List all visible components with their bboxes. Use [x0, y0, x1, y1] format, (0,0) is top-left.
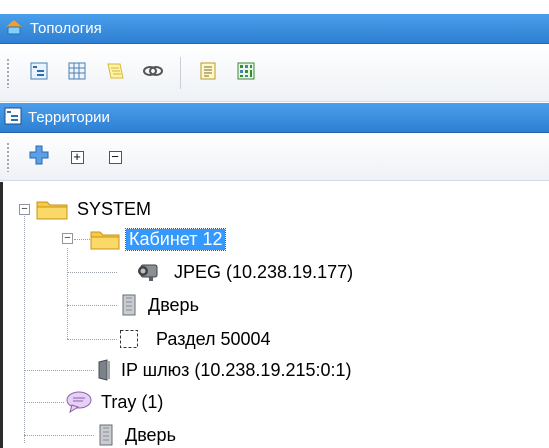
- section-icon: [119, 329, 139, 349]
- app-window: Топология Территории + − − SYSTEM − Каби…: [0, 0, 549, 448]
- map-button[interactable]: [232, 59, 260, 87]
- topology-icon: [4, 18, 24, 40]
- expand-all-glyph: +: [73, 148, 81, 164]
- add-territory-button[interactable]: [25, 143, 53, 171]
- notes-button[interactable]: [101, 59, 129, 87]
- tray-icon: [64, 390, 92, 414]
- tree-node-label: JPEG (10.238.19.177): [174, 261, 354, 282]
- tree-node-door[interactable]: Дверь: [119, 291, 202, 319]
- collapse-all-icon: −: [108, 148, 122, 164]
- map-icon: [237, 62, 255, 85]
- door-icon: [119, 294, 139, 316]
- tree-line: [67, 305, 117, 306]
- root-expander[interactable]: −: [19, 204, 30, 215]
- tree-node-system[interactable]: SYSTEM: [36, 195, 154, 223]
- tree-node-door[interactable]: Дверь: [96, 421, 179, 448]
- collapse-all-glyph: −: [111, 148, 119, 164]
- territories-title: Территории: [28, 109, 110, 126]
- folder-icon: [36, 198, 68, 220]
- gateway-icon: [96, 359, 112, 381]
- expand-all-button[interactable]: +: [63, 143, 91, 171]
- tree-line: [24, 216, 25, 443]
- collapse-all-button[interactable]: −: [101, 143, 129, 171]
- territories-toolbar: + −: [0, 134, 549, 181]
- tree-node-label: Раздел 50004: [156, 328, 271, 349]
- tree-line: [67, 339, 117, 340]
- tree-node-label: Дверь: [148, 294, 199, 315]
- folder-icon: [90, 228, 120, 250]
- camera-icon: [135, 261, 159, 283]
- tree-left-border: [0, 182, 3, 448]
- toolbar-grip[interactable]: [6, 58, 10, 88]
- tree-node-label: Tray (1): [101, 391, 164, 412]
- tree-line: [74, 239, 90, 240]
- grid-view-button[interactable]: [63, 59, 91, 87]
- tree-line: [67, 272, 117, 273]
- tree-node-label: SYSTEM: [77, 198, 152, 219]
- cabinet-expander-glyph: −: [64, 232, 71, 244]
- add-icon: [28, 144, 50, 171]
- report-icon: [200, 62, 216, 85]
- link-button[interactable]: [139, 59, 167, 87]
- door-icon: [96, 424, 116, 446]
- topology-title: Топология: [30, 20, 102, 37]
- expand-all-icon: +: [70, 148, 84, 164]
- topology-toolbar: [0, 45, 549, 102]
- tree-node-label: Кабинет 12: [124, 227, 227, 251]
- tree-node-label: Дверь: [125, 424, 176, 445]
- tree-line: [67, 248, 68, 339]
- report-button[interactable]: [194, 59, 222, 87]
- tree-node-label: IP шлюз (10.238.19.215:0:1): [121, 359, 352, 380]
- tree-node-cabinet[interactable]: Кабинет 12: [90, 225, 227, 253]
- grid-view-icon: [68, 62, 86, 85]
- notes-icon: [105, 62, 125, 85]
- tree-node-tray[interactable]: Tray (1): [64, 388, 166, 416]
- territories-header[interactable]: Территории: [0, 103, 549, 133]
- tree-line: [24, 435, 94, 436]
- toolbar-separator: [180, 57, 181, 89]
- tree-view-button[interactable]: [25, 59, 53, 87]
- cabinet-expander[interactable]: −: [62, 233, 73, 244]
- tree-line: [24, 402, 64, 403]
- root-expander-glyph: −: [21, 203, 28, 215]
- tree-line: [24, 370, 94, 371]
- topology-header[interactable]: Топология: [0, 14, 549, 44]
- tree-node-section[interactable]: Раздел 50004: [119, 325, 274, 353]
- tree-node-camera[interactable]: JPEG (10.238.19.177): [135, 258, 356, 286]
- toolbar-grip[interactable]: [6, 142, 10, 172]
- tree-node-gateway[interactable]: IP шлюз (10.238.19.215:0:1): [96, 356, 355, 384]
- territories-icon: [4, 107, 22, 129]
- tree-view-icon: [30, 62, 48, 85]
- link-icon: [142, 62, 164, 85]
